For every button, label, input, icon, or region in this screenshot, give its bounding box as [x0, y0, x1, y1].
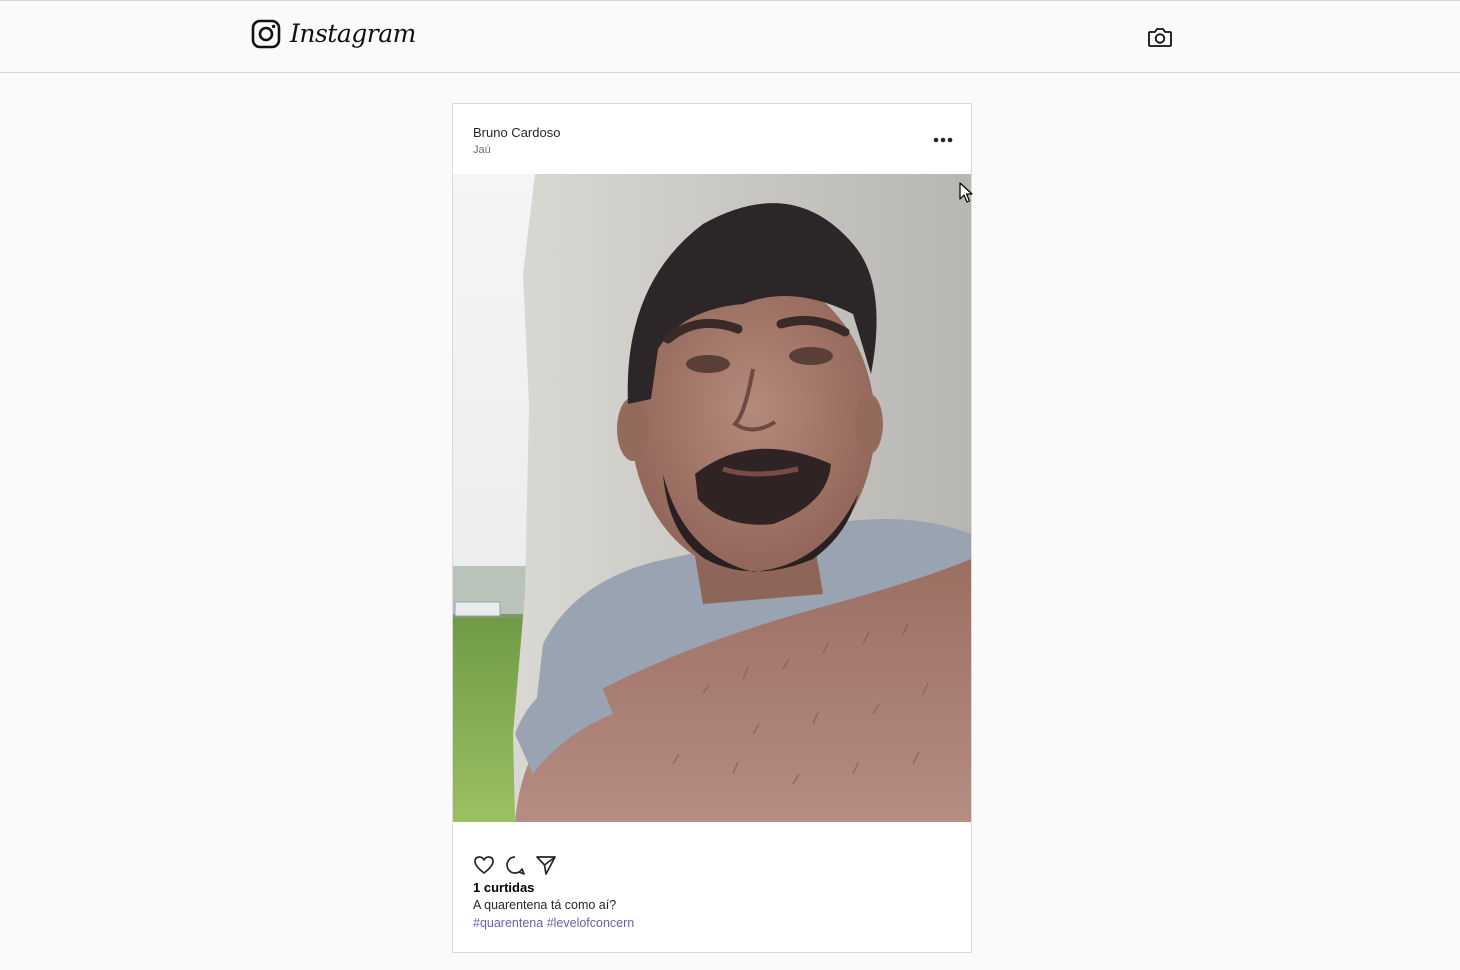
hashtag-link[interactable]: #levelofconcern — [547, 916, 635, 930]
post-actions — [473, 854, 566, 876]
comment-icon[interactable] — [504, 854, 526, 876]
top-navigation-bar: Instagram — [0, 0, 1460, 73]
post-hashtags: #quarentena #levelofconcern — [473, 916, 634, 930]
instagram-logo-icon[interactable] — [251, 19, 281, 49]
post-header: Bruno Cardoso Jaú — [453, 104, 971, 174]
more-options-icon[interactable] — [933, 137, 953, 143]
camera-icon[interactable] — [1147, 25, 1173, 49]
likes-count[interactable]: 1 curtidas — [473, 880, 534, 895]
mouse-cursor-icon — [959, 182, 973, 203]
post-location[interactable]: Jaú — [473, 144, 491, 156]
post-photo[interactable] — [453, 174, 971, 822]
post-card: Bruno Cardoso Jaú 1 curtidas A quarenten… — [452, 103, 972, 953]
hashtag-link[interactable]: #quarentena — [473, 916, 543, 930]
share-icon[interactable] — [535, 854, 557, 876]
selfie-image — [453, 174, 971, 822]
brand[interactable]: Instagram — [251, 19, 416, 49]
post-caption: A quarentena tá como aí? — [473, 898, 617, 912]
post-author[interactable]: Bruno Cardoso — [473, 125, 560, 140]
brand-wordmark: Instagram — [290, 19, 416, 48]
heart-icon[interactable] — [473, 854, 495, 876]
